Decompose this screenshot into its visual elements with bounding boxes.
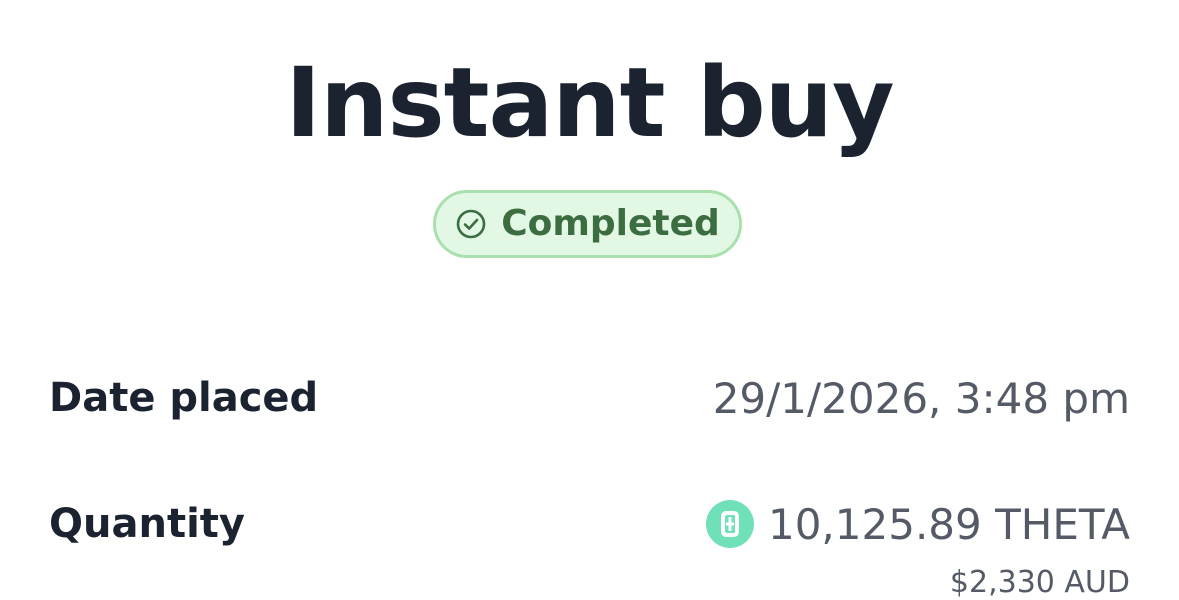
date-placed-row: Date placed 29/1/2026, 3:48 pm: [49, 368, 1130, 428]
status-label: Completed: [501, 203, 720, 244]
quantity-row: Quantity 10,125.89 THETA: [49, 494, 1130, 554]
page-title: Instant buy: [285, 47, 894, 159]
date-placed-label: Date placed: [49, 375, 319, 421]
quantity-value: 10,125.89 THETA: [767, 499, 1130, 549]
quantity-value-group: 10,125.89 THETA: [705, 499, 1130, 549]
check-circle-icon: [456, 209, 486, 239]
date-placed-value: 29/1/2026, 3:48 pm: [712, 373, 1130, 423]
quantity-fiat-value: $2,330 AUD: [949, 565, 1130, 600]
status-badge: Completed: [433, 190, 742, 258]
theta-coin-icon: [705, 500, 754, 548]
quantity-label: Quantity: [49, 501, 245, 547]
